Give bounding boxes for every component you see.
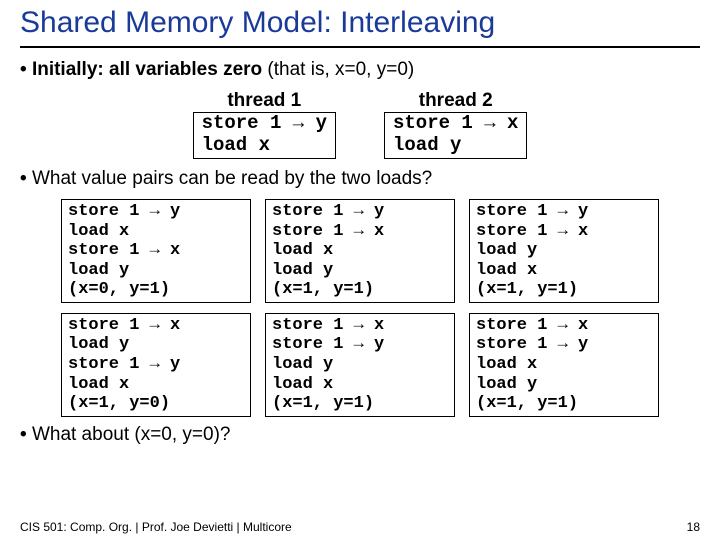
bullet-initial-bold: Initially: all variables zero — [32, 59, 262, 80]
slide-title: Shared Memory Model: Interleaving — [20, 6, 700, 42]
thread-2-code: store 1 → x load y — [384, 112, 527, 160]
interleaving-cell: store 1 → x load y store 1 → y load x (x… — [61, 313, 251, 417]
bullet-followup: What about (x=0, y=0)? — [20, 423, 700, 447]
interleaving-cell: store 1 → y load x store 1 → x load y (x… — [61, 199, 251, 303]
thread-2: thread 2 store 1 → x load y — [384, 90, 527, 160]
bullet-question: What value pairs can be read by the two … — [20, 167, 700, 191]
footer-left: CIS 501: Comp. Org. | Prof. Joe Devietti… — [20, 520, 292, 534]
interleaving-cell: store 1 → x store 1 → y load x load y (x… — [469, 313, 659, 417]
thread-2-header: thread 2 — [384, 90, 527, 112]
thread-1-header: thread 1 — [193, 90, 336, 112]
interleaving-cell: store 1 → x store 1 → y load y load x (x… — [265, 313, 455, 417]
thread-1: thread 1 store 1 → y load x — [193, 90, 336, 160]
bullet-initial-rest: (that is, x=0, y=0) — [262, 59, 414, 80]
threads-row: thread 1 store 1 → y load x thread 2 sto… — [20, 90, 700, 160]
footer-page-number: 18 — [687, 520, 700, 534]
title-underline — [20, 46, 700, 48]
footer: CIS 501: Comp. Org. | Prof. Joe Devietti… — [20, 520, 700, 534]
thread-1-code: store 1 → y load x — [193, 112, 336, 160]
bullet-initial: Initially: all variables zero (that is, … — [20, 58, 700, 82]
interleavings-grid: store 1 → y load x store 1 → x load y (x… — [20, 199, 700, 416]
slide: Shared Memory Model: Interleaving Initia… — [0, 0, 720, 446]
interleaving-cell: store 1 → y store 1 → x load y load x (x… — [469, 199, 659, 303]
interleaving-cell: store 1 → y store 1 → x load x load y (x… — [265, 199, 455, 303]
